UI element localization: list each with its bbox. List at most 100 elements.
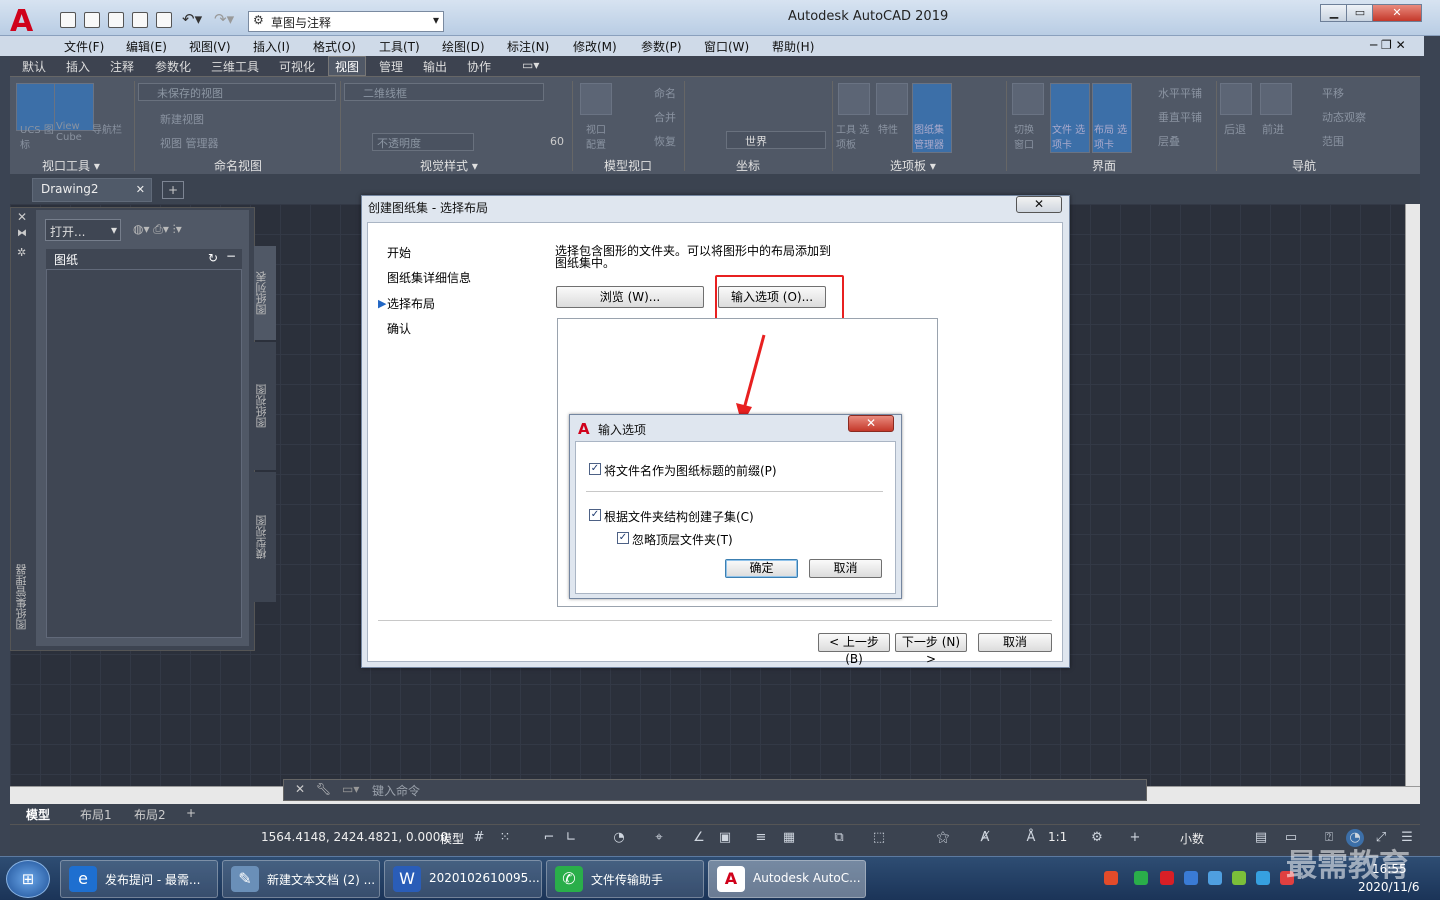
units-selector[interactable]: 小数 (1180, 830, 1204, 847)
wrench-icon[interactable]: 🔧︎ (316, 782, 331, 796)
tab-view[interactable]: 视图 (328, 56, 367, 76)
vp-join-button[interactable]: 合并 (654, 109, 676, 125)
subsets-checkbox[interactable]: ✓ (589, 509, 601, 521)
maximize-button[interactable]: ▭ (1346, 4, 1374, 22)
network-icon[interactable] (1208, 871, 1222, 885)
cursor-coordinates[interactable]: 1564.4148, 2424.4821, 0.0000 (261, 830, 448, 844)
menu-file[interactable]: 文件(F) (64, 38, 104, 55)
tab-layout2[interactable]: 布局2 (134, 806, 166, 823)
tab-collaborate[interactable]: 协作 (467, 58, 491, 75)
view-manager-button[interactable]: 视图 管理器 (160, 135, 219, 151)
open-file-icon[interactable] (84, 12, 100, 28)
tile-vertical-button[interactable]: 垂直平铺 (1158, 109, 1202, 125)
extents-button[interactable]: 范围 (1322, 133, 1344, 149)
autohide-icon[interactable]: ⧓ (17, 228, 27, 239)
menu-insert[interactable]: 插入(I) (253, 38, 290, 55)
tab-annotate[interactable]: 注释 (110, 58, 134, 75)
panel-palettes[interactable]: 选项板 ▾ (890, 157, 936, 174)
selection-cycling-icon[interactable]: ⧉ (830, 829, 848, 847)
panel-visual-styles[interactable]: 视觉样式 ▾ (420, 157, 478, 174)
clock-time[interactable]: 16:55 (1372, 862, 1407, 876)
close-icon[interactable]: ✕ (295, 782, 305, 796)
taskbar-item-browser[interactable]: e 发布提问 - 最需... (60, 860, 218, 898)
navbar-label[interactable]: 导航栏 (92, 121, 122, 136)
save-icon[interactable] (108, 12, 124, 28)
wechat-tray-icon[interactable] (1134, 871, 1148, 885)
ribbon-options-icon[interactable]: ▭▾ (522, 58, 539, 72)
command-input[interactable]: 键入命令 (372, 782, 420, 799)
3d-osnap-icon[interactable]: ⬚ (870, 829, 888, 847)
ssm-sheet-list[interactable] (46, 269, 242, 638)
visual-style-dropdown[interactable]: 二维线框 (344, 83, 544, 101)
tile-horizontal-button[interactable]: 水平平铺 (1158, 85, 1202, 101)
next-step-button[interactable]: 下一步 (N) > (895, 633, 967, 666)
back-step-button[interactable]: < 上一步 (B) (818, 633, 890, 666)
close-window-button[interactable]: ✕ (1372, 4, 1422, 22)
prefix-checkbox[interactable]: ✓ (589, 463, 601, 475)
properties-button[interactable] (876, 83, 908, 115)
collapse-icon[interactable]: − (226, 249, 236, 263)
ime-icon[interactable] (1104, 871, 1118, 885)
back-button[interactable] (1220, 83, 1252, 115)
taskbar-item-notepad[interactable]: ✎ 新建文本文档 (2) ... (222, 860, 380, 898)
annotation-scale-value[interactable]: 1:1 (1048, 830, 1067, 844)
print-icon[interactable] (156, 12, 172, 28)
new-view-button[interactable]: 新建视图 (160, 111, 204, 127)
ortho-icon[interactable]: ∟ (562, 829, 580, 847)
tab-sheet-list[interactable]: 图纸列表 (254, 246, 276, 340)
tab-sheet-views[interactable]: 图纸视图 (254, 342, 276, 470)
annotation-visibility-icon[interactable]: Ⱥ (976, 829, 994, 847)
polar-icon[interactable]: ◔ (610, 829, 628, 847)
otrack-icon[interactable]: ∠ (690, 829, 708, 847)
orbit-button[interactable]: 动态观察 (1322, 109, 1366, 125)
tab-layout1[interactable]: 布局1 (80, 806, 112, 823)
menu-draw[interactable]: 绘图(D) (442, 38, 485, 55)
ssm-open-dropdown[interactable]: 打开... ▾ (45, 219, 121, 241)
shield-icon[interactable] (1184, 871, 1198, 885)
tab-output[interactable]: 输出 (423, 58, 447, 75)
add-layout-button[interactable]: + (186, 806, 196, 820)
tab-default[interactable]: 默认 (22, 58, 46, 75)
cascade-button[interactable]: 层叠 (1158, 133, 1180, 149)
wizard-cancel-button[interactable]: 取消 (978, 633, 1052, 652)
weibo-icon[interactable] (1160, 871, 1174, 885)
opacity-slider[interactable]: 不透明度 (372, 133, 474, 151)
pan-button[interactable]: 平移 (1322, 85, 1344, 101)
properties-icon[interactable]: ✲ (17, 246, 26, 259)
forward-button[interactable] (1260, 83, 1292, 115)
annotation-scale-icon[interactable]: Å (1022, 829, 1040, 847)
doc-minimize-icon[interactable]: ─ ❐ ✕ (1370, 38, 1406, 52)
tab-model[interactable]: 模型 (26, 806, 50, 823)
named-view-dropdown[interactable]: 未保存的视图 (138, 83, 336, 101)
transparency-icon[interactable]: ▦ (780, 829, 798, 847)
taskbar-item-word[interactable]: W 2020102610095... (384, 860, 542, 898)
start-button[interactable]: ⊞ (6, 860, 50, 898)
panel-viewport-tools[interactable]: 视口工具 ▾ (42, 157, 100, 174)
workspace-gear-icon[interactable]: ⚙ (1088, 829, 1106, 847)
clock-date[interactable]: 2020/11/6 (1358, 880, 1420, 894)
tab-3d-tools[interactable]: 三维工具 (211, 58, 259, 75)
snap-icon[interactable]: ⁙ (496, 829, 514, 847)
refresh-icon[interactable]: ↻ (208, 251, 218, 265)
menu-view[interactable]: 视图(V) (189, 38, 231, 55)
minimize-button[interactable]: ▁ (1320, 4, 1348, 22)
publish-icon[interactable]: ◍▾ ⎙▾ ⫶▾ (133, 222, 182, 237)
tab-model-views[interactable]: 模型视图 (254, 472, 276, 602)
drawing-tab[interactable]: Drawing2 ✕ (32, 178, 152, 202)
undo-icon[interactable]: ↶▾ (182, 10, 202, 28)
menu-parametric[interactable]: 参数(P) (641, 38, 682, 55)
ok-button[interactable]: 确定 (725, 559, 798, 578)
tab-parametric[interactable]: 参数化 (155, 58, 191, 75)
menu-dimension[interactable]: 标注(N) (507, 38, 549, 55)
osnap-icon[interactable]: ⌖ (650, 829, 668, 847)
nvidia-icon[interactable] (1232, 871, 1246, 885)
model-space-button[interactable]: 模型 (440, 830, 464, 847)
vp-restore-button[interactable]: 恢复 (654, 133, 676, 149)
grid-icon[interactable]: # (470, 829, 488, 847)
taskbar-item-autocad[interactable]: A Autodesk AutoC... (708, 860, 866, 898)
opacity-value[interactable]: 60 (550, 135, 564, 148)
workspace-selector[interactable]: 草图与注释 ▾ (248, 11, 444, 32)
menu-edit[interactable]: 编辑(E) (126, 38, 167, 55)
ucs-world-dropdown[interactable]: 世界 (726, 131, 826, 149)
tab-insert[interactable]: 插入 (66, 58, 90, 75)
